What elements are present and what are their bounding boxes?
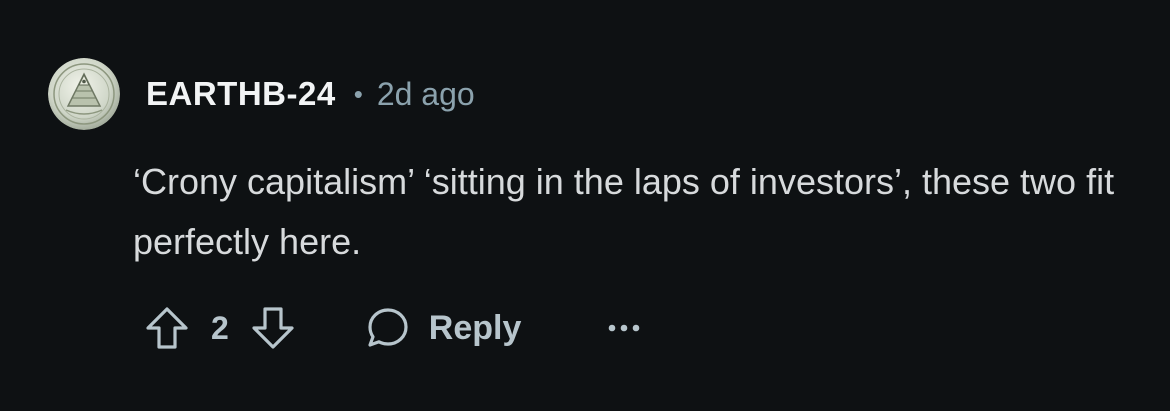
more-options-button[interactable] [607,322,641,334]
avatar[interactable] [48,58,120,130]
meta-separator: • [353,78,363,109]
pyramid-eye-coin-icon [48,58,120,130]
downvote-button[interactable] [249,304,297,352]
comment-timestamp: 2d ago [376,75,475,112]
reply-label: Reply [428,308,522,347]
arrow-up-icon [146,307,188,349]
comment-header: EARTHB-24 • 2d ago [48,58,475,130]
author-username[interactable]: EARTHB-24 [146,75,336,113]
reply-button[interactable]: Reply [365,305,522,351]
ellipsis-icon [609,324,640,332]
arrow-down-icon [252,307,294,349]
speech-bubble-icon [368,308,408,347]
comment-body: ‘Crony capitalism’ ‘sitting in the laps … [133,161,1115,262]
vote-count: 2 [211,309,229,346]
comment-actions: 2 Reply [143,300,641,356]
upvote-button[interactable] [143,304,191,352]
comment: EARTHB-24 • 2d ago ‘Crony capitalism’ ‘s… [0,0,1170,411]
